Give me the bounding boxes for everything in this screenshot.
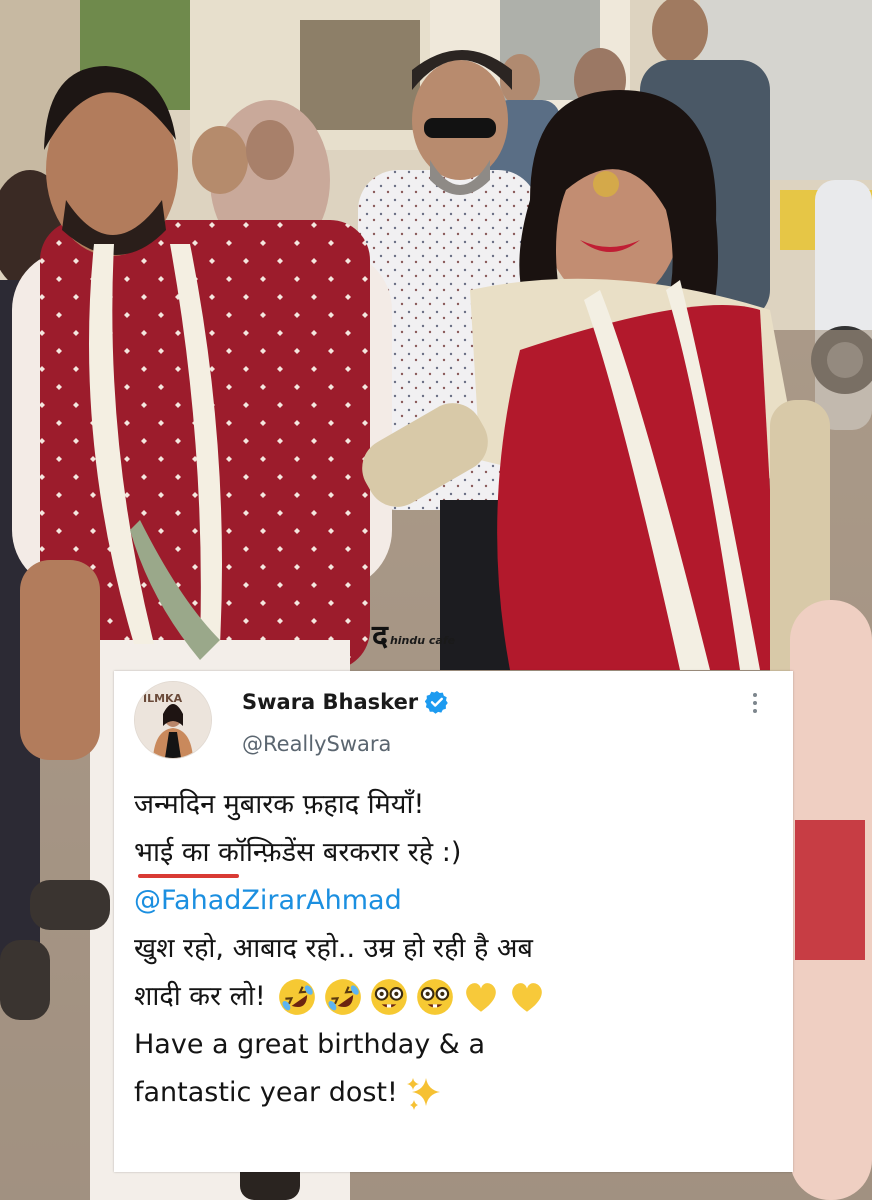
yellow-heart-emoji-icon — [465, 983, 496, 1012]
nerd-face-emoji-icon — [416, 979, 453, 1015]
display-name[interactable]: Swara Bhasker — [242, 690, 418, 714]
nerd-face-emoji-icon — [370, 979, 407, 1015]
verified-badge-icon — [425, 691, 448, 714]
sparkles-emoji-icon — [406, 1077, 440, 1110]
watermark-glyph: द — [372, 619, 388, 654]
tweet-line: जन्मदिन मुबारक फ़हाद मियाँ! — [134, 789, 425, 820]
tweet-body: जन्मदिन मुबारक फ़हाद मियाँ! भाई का कॉन्फ… — [134, 781, 774, 1117]
tweet-line: खुश रहो, आबाद रहो.. उम्र हो रही है अब — [134, 933, 533, 964]
watermark: द hindu cafe — [372, 622, 455, 652]
tweet-line: शादी कर लो! — [134, 981, 266, 1012]
tweet-card: ILMKA Swara Bhasker @ReallySwara जन्मदिन… — [114, 671, 793, 1172]
mention-link[interactable]: @FahadZirarAhmad — [134, 877, 774, 925]
name-row: Swara Bhasker — [242, 690, 449, 714]
yellow-heart-emoji-icon — [511, 983, 542, 1012]
tweet-line-last: fantastic year dost! — [134, 1069, 774, 1117]
avatar[interactable]: ILMKA — [134, 681, 212, 759]
tweet-line-with-emojis: शादी कर लो! — [134, 973, 774, 1021]
tweet-line: Have a great birthday & a — [134, 1029, 485, 1060]
rolling-laughing-emoji-icon — [324, 979, 361, 1015]
avatar-badge-text: ILMKA — [143, 692, 183, 705]
handle[interactable]: @ReallySwara — [242, 732, 391, 756]
emoji-row — [276, 976, 548, 1018]
tweet-line: भाई का कॉन्फ़िडेंस बरकरार रहे :) — [134, 837, 462, 868]
red-underline-mark — [138, 874, 239, 878]
watermark-text: hindu cafe — [389, 634, 456, 647]
more-options-icon[interactable] — [747, 693, 763, 723]
tweet-line: fantastic year dost! — [134, 1077, 398, 1108]
rolling-laughing-emoji-icon — [278, 979, 315, 1015]
